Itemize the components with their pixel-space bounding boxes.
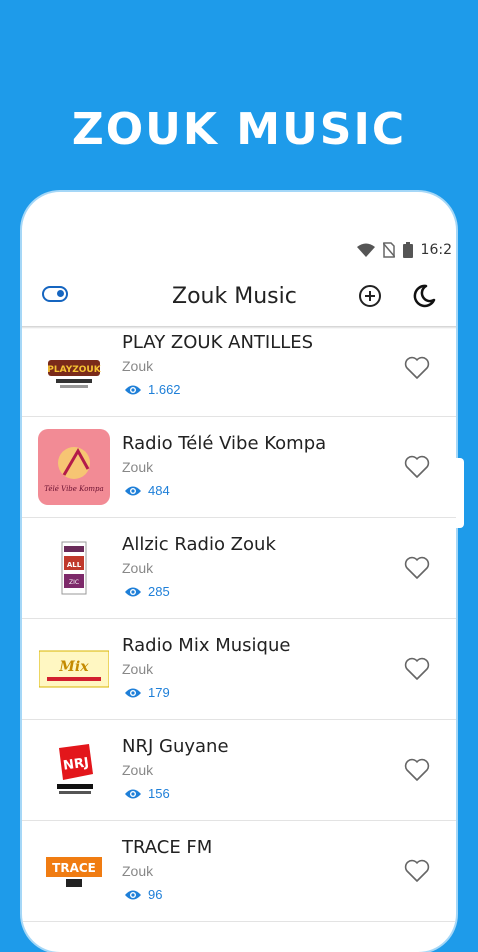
svg-text:Télé Vibe Kompa: Télé Vibe Kompa	[44, 485, 103, 493]
view-count-value: 179	[148, 685, 170, 700]
svg-text:PLAYZOUK: PLAYZOUK	[47, 365, 101, 375]
station-genre: Zouk	[122, 661, 154, 677]
svg-text:ZIC: ZIC	[69, 579, 79, 586]
toggle-knob	[57, 290, 64, 297]
promo-title: ZOUK MUSIC	[71, 104, 407, 155]
status-time: 16:2	[420, 242, 452, 258]
station-item[interactable]: Télé Vibe Kompa Radio Télé Vibe Kompa Zo…	[22, 417, 456, 518]
station-item[interactable]: ALL ZIC Allzic Radio Zouk Zouk 285	[22, 518, 456, 619]
eye-icon	[125, 385, 141, 394]
status-bar: 16:2	[356, 238, 456, 262]
mix-musique-logo: Mix	[38, 631, 110, 707]
station-name: Radio Mix Musique	[122, 635, 291, 656]
wifi-icon	[356, 243, 375, 257]
phone-side-button	[456, 458, 464, 528]
nrj-logo: NRJ	[38, 732, 110, 808]
svg-text:TRACE: TRACE	[52, 861, 96, 875]
app-bar: Zouk Music	[22, 272, 456, 320]
theme-toggle[interactable]	[42, 286, 68, 302]
station-item[interactable]: Mix Radio Mix Musique Zouk 179	[22, 619, 456, 720]
favorite-heart-icon[interactable]	[404, 758, 430, 782]
eye-icon	[125, 688, 141, 697]
view-count-value: 285	[148, 584, 170, 599]
favorite-heart-icon[interactable]	[404, 859, 430, 883]
svg-text:Mix: Mix	[58, 659, 89, 675]
view-count: 484	[124, 483, 170, 498]
station-item[interactable]: TRACE TRACE FM Zouk 96	[22, 821, 456, 922]
allzic-logo: ALL ZIC	[38, 530, 110, 606]
playzouk-logo: PLAYZOUK	[38, 334, 110, 410]
trace-fm-logo: TRACE	[38, 833, 110, 909]
view-count: 179	[124, 685, 170, 700]
phone-frame: 16:2 Zouk Music PLAYZOUK PLAY ZOUK ANTIL…	[22, 192, 456, 952]
favorite-heart-icon[interactable]	[404, 657, 430, 681]
station-name: TRACE FM	[122, 837, 213, 858]
station-genre: Zouk	[122, 459, 154, 475]
view-count: 285	[124, 584, 170, 599]
favorite-heart-icon[interactable]	[404, 356, 430, 380]
favorite-heart-icon[interactable]	[404, 556, 430, 580]
battery-icon	[402, 242, 413, 258]
no-sim-icon	[382, 242, 395, 258]
eye-icon	[125, 890, 141, 899]
station-genre: Zouk	[122, 863, 154, 879]
station-genre: Zouk	[122, 762, 154, 778]
view-count-value: 1.662	[148, 382, 181, 397]
station-item[interactable]: NRJ NRJ Guyane Zouk 156	[22, 720, 456, 821]
station-item[interactable]: PLAYZOUK PLAY ZOUK ANTILLES Zouk 1.662	[22, 328, 456, 417]
station-list: PLAYZOUK PLAY ZOUK ANTILLES Zouk 1.662 T…	[22, 328, 456, 922]
eye-icon	[125, 486, 141, 495]
station-genre: Zouk	[122, 358, 154, 374]
svg-text:ALL: ALL	[67, 561, 82, 569]
station-name: Allzic Radio Zouk	[122, 534, 276, 555]
dark-mode-button[interactable]	[412, 284, 436, 308]
eye-icon	[125, 587, 141, 596]
view-count: 156	[124, 786, 170, 801]
station-name: PLAY ZOUK ANTILLES	[122, 332, 314, 353]
vibe-kompa-logo: Télé Vibe Kompa	[38, 429, 110, 505]
station-name: Radio Télé Vibe Kompa	[122, 433, 327, 454]
view-count-value: 484	[148, 483, 170, 498]
view-count-value: 156	[148, 786, 170, 801]
view-count: 1.662	[124, 382, 181, 397]
eye-icon	[125, 789, 141, 798]
favorite-heart-icon[interactable]	[404, 455, 430, 479]
station-genre: Zouk	[122, 560, 154, 576]
add-station-button[interactable]	[358, 284, 382, 308]
app-title: Zouk Music	[172, 284, 297, 309]
station-name: NRJ Guyane	[122, 736, 229, 757]
